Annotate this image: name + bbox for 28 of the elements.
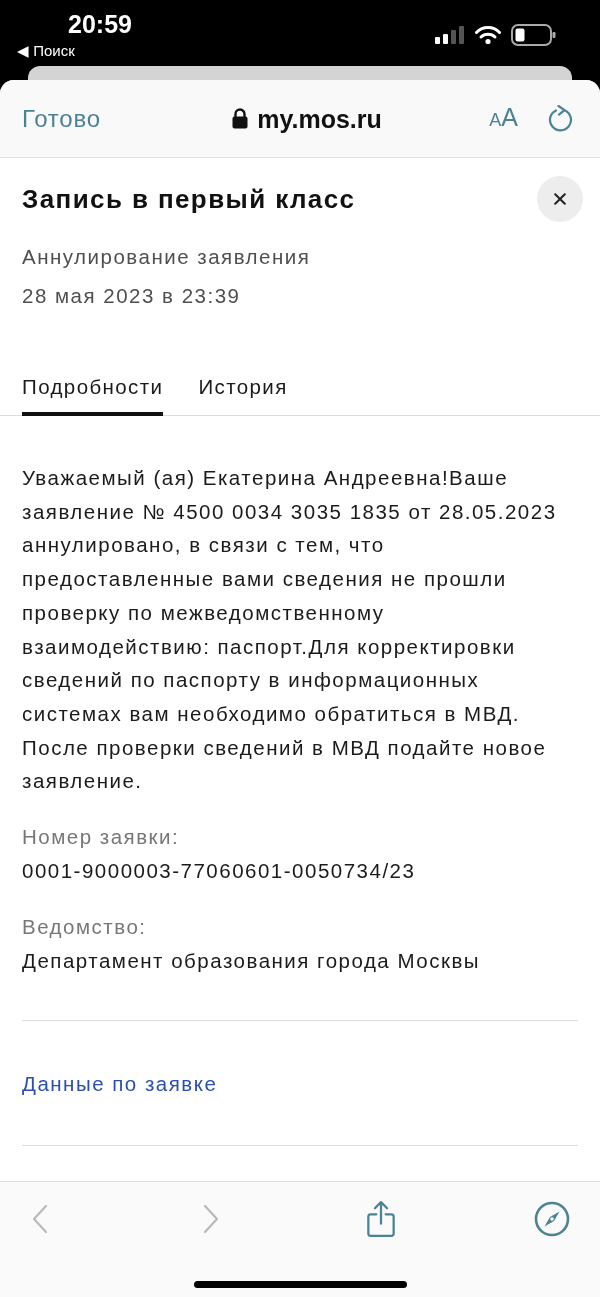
compass-icon xyxy=(533,1201,570,1237)
share-icon xyxy=(366,1200,397,1238)
close-button[interactable] xyxy=(537,176,583,222)
field-value: 0001-9000003-77060601-0050734/23 xyxy=(22,858,417,885)
clock-time: 20:59 xyxy=(68,9,132,39)
chevron-right-icon xyxy=(202,1204,219,1234)
close-icon xyxy=(554,193,566,205)
battery-icon xyxy=(511,24,556,46)
field-value: Департамент образования города Москвы xyxy=(22,948,481,975)
message-text: Уважаемый (ая) Екатерина Андреевна!Ваше заявление № 4500 0034 3035 1835 от 28.05.2023 аннулировано, в связи с тем, что предоставленные вами сведения не прошли проверку по межведомственному взаимодействию: паспорт.Для корректировки сведений по паспорту в информационных системах вам необходимо обратиться в МВД. После проверки сведений в МВД подайте новое заявление. xyxy=(22,465,558,795)
tab[interactable]: Подробности xyxy=(22,375,164,416)
done-button[interactable]: Готово xyxy=(22,103,101,134)
chevron-left-icon xyxy=(32,1204,48,1234)
field-label: Номер заявки: xyxy=(22,824,181,851)
reload-icon xyxy=(548,104,574,133)
page-title: Запись в первый класс xyxy=(22,183,356,215)
request-data-link[interactable]: Данные по заявке xyxy=(22,1072,218,1096)
wifi-icon xyxy=(475,25,501,45)
date-text: 28 мая 2023 в 23:39 xyxy=(22,283,242,309)
signal-icon xyxy=(435,25,465,45)
status-text: Аннулирование заявления xyxy=(22,244,312,270)
field-label: Ведомство: xyxy=(22,914,148,941)
lock-icon xyxy=(232,108,249,129)
text-size-button[interactable]: AA xyxy=(489,102,518,135)
address-text[interactable]: my.mos.ru xyxy=(257,103,382,134)
tab[interactable]: История xyxy=(198,375,288,416)
reload-button[interactable] xyxy=(548,104,574,133)
back-to-search-link[interactable]: ◀ Поиск xyxy=(17,41,132,61)
